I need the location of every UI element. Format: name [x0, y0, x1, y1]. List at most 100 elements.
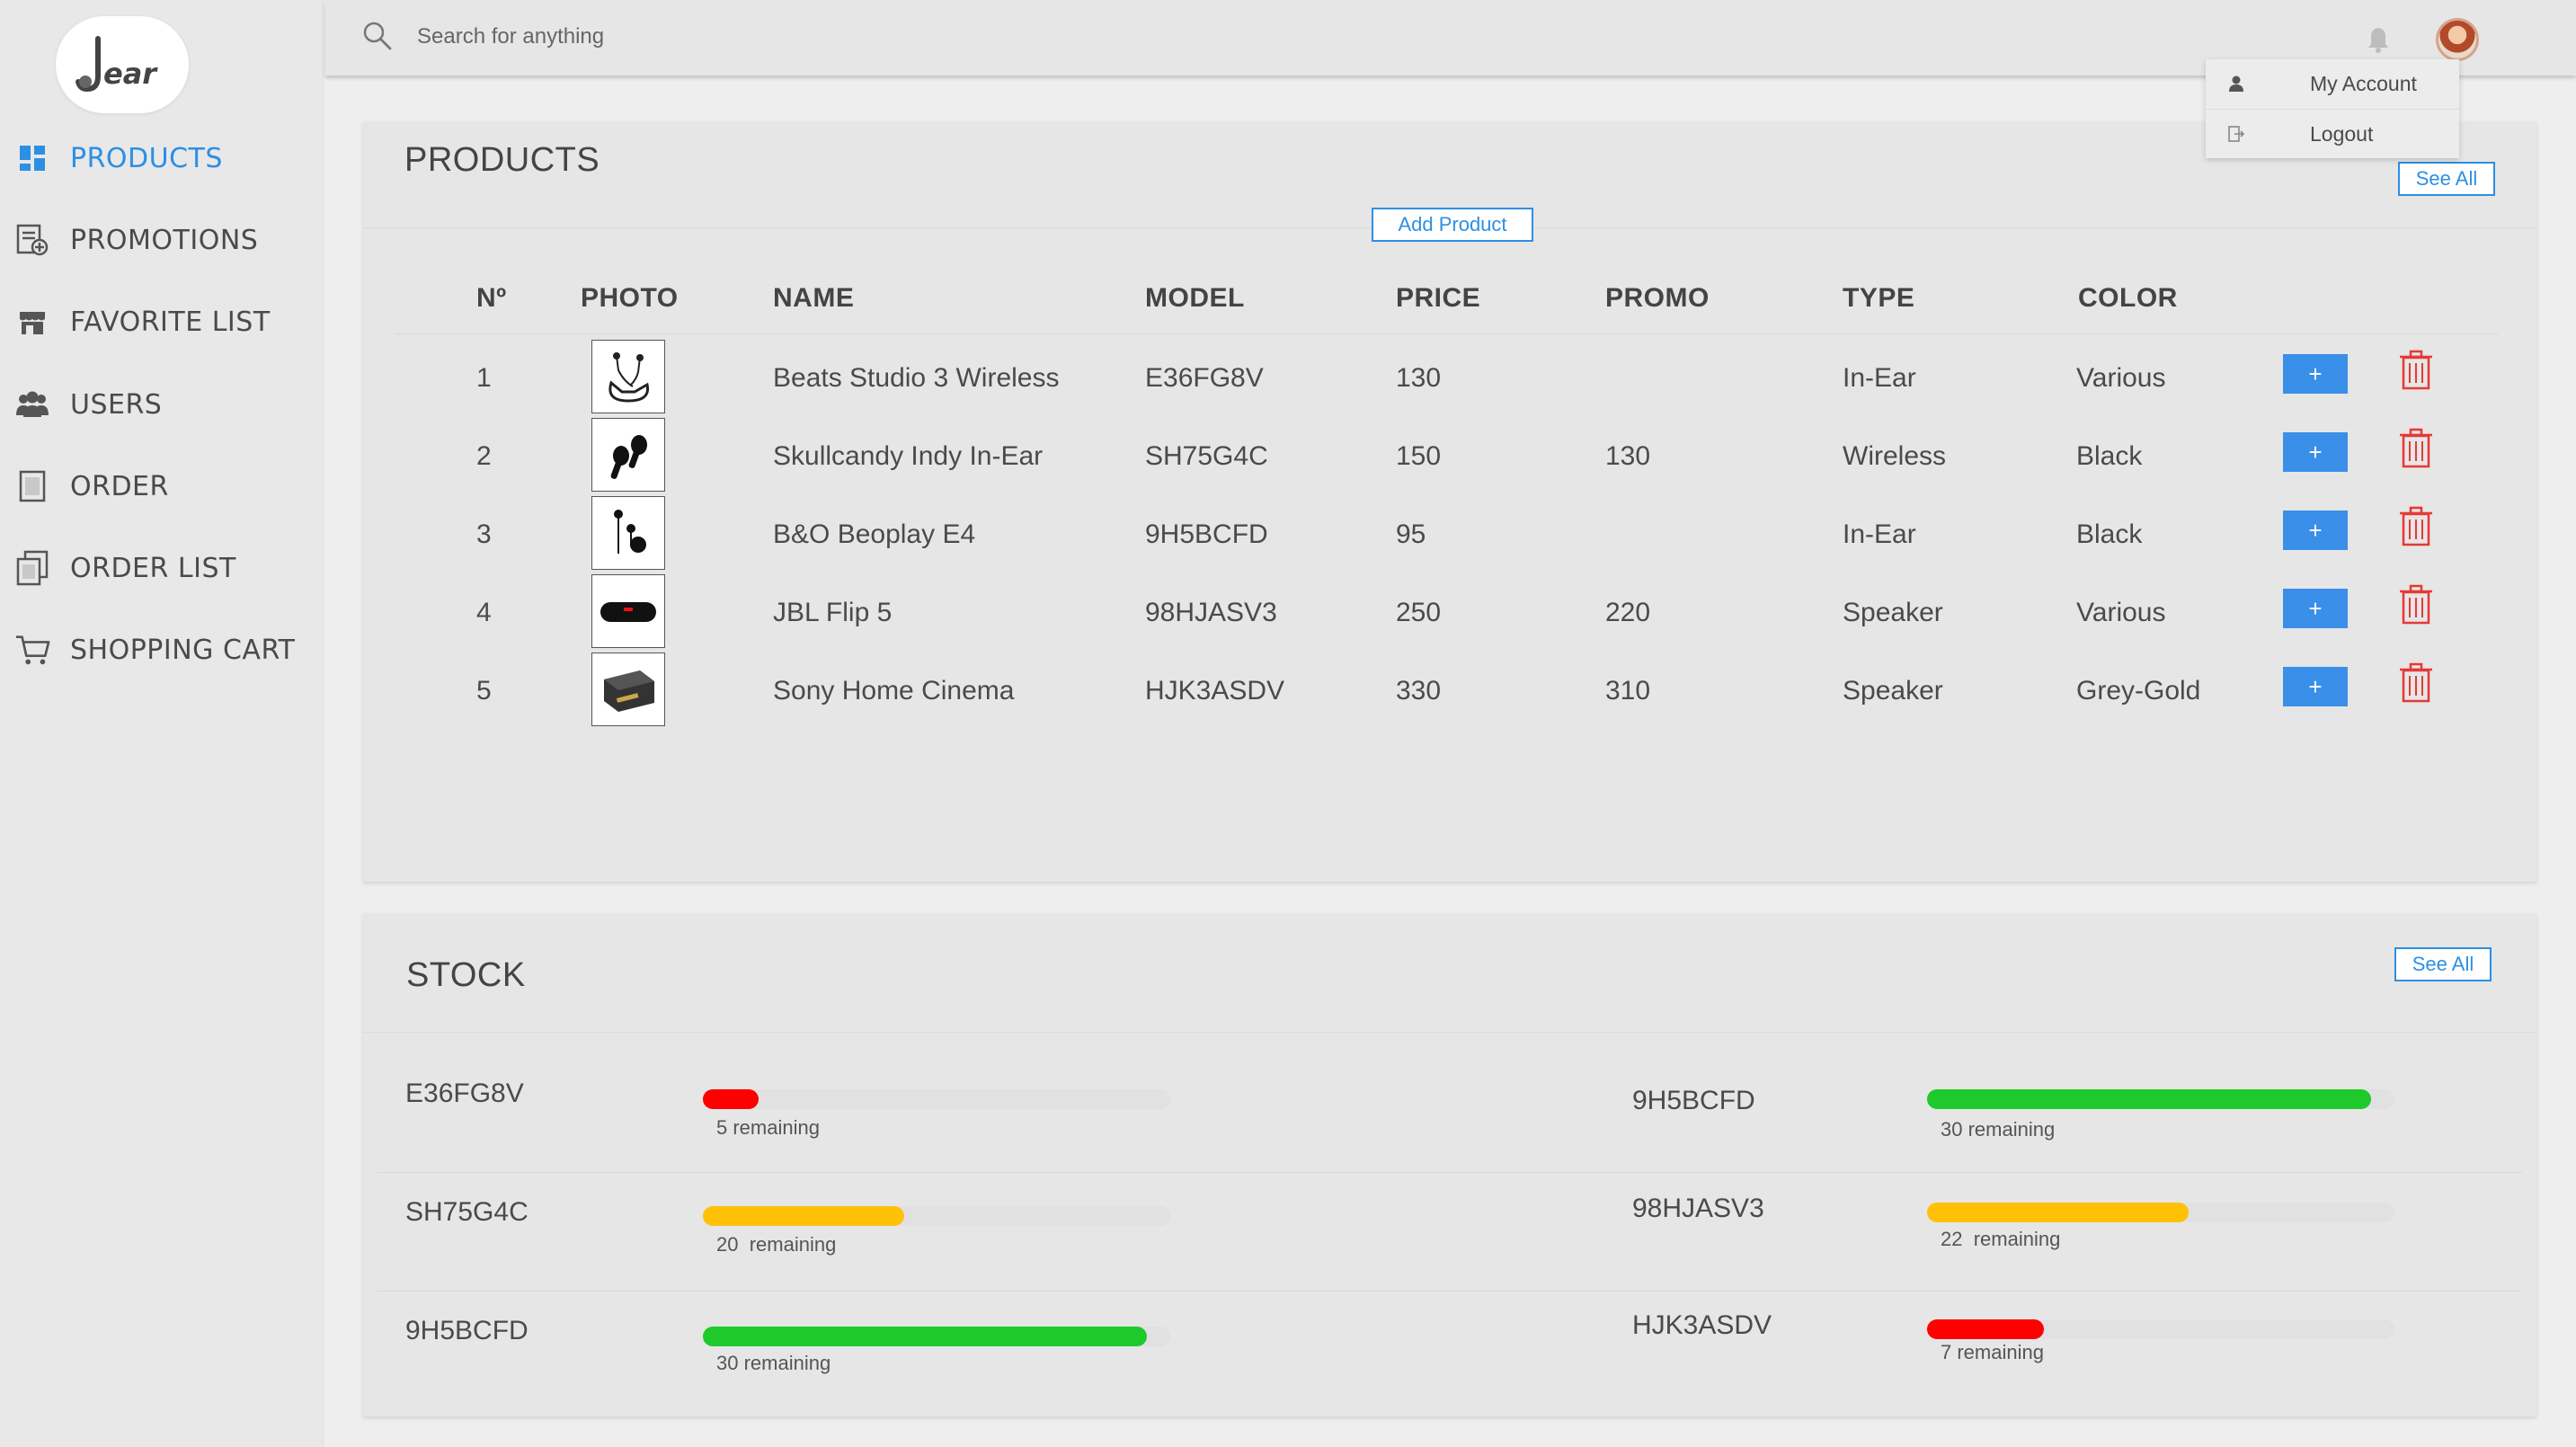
search-input[interactable]: [417, 18, 1046, 56]
product-color: Various: [2076, 363, 2166, 393]
stock-bar: [1927, 1203, 2394, 1222]
users-icon: [14, 386, 50, 422]
logout-menu-item[interactable]: Logout: [2206, 110, 2459, 158]
my-account-menu-item[interactable]: My Account: [2206, 59, 2459, 108]
products-see-all-button[interactable]: See All: [2398, 162, 2495, 196]
add-to-cart-button[interactable]: +: [2283, 354, 2348, 394]
add-to-cart-button[interactable]: +: [2283, 432, 2348, 472]
sidebar-item-products[interactable]: PRODUCTS: [14, 131, 311, 185]
table-row: 3 B&O Beoplay E4 9H5BCFD 95 In-Ear Black…: [363, 496, 2536, 575]
stock-card: STOCK See All E36FG8V 5 remaining SH75G4…: [363, 913, 2536, 1416]
delete-trash-icon[interactable]: [2398, 349, 2434, 392]
add-product-button[interactable]: Add Product: [1372, 208, 1533, 242]
products-card: PRODUCTS See All Add Product Nº PHOTO NA…: [363, 121, 2536, 882]
product-name: Skullcandy Indy In-Ear: [773, 441, 1044, 471]
product-price: 150: [1396, 441, 1442, 471]
product-price: 250: [1396, 598, 1442, 627]
product-photo[interactable]: [591, 418, 665, 492]
product-promo: 310: [1605, 676, 1651, 706]
stock-remaining: 22 remaining: [1941, 1228, 2061, 1250]
product-color: Grey-Gold: [2076, 676, 2201, 706]
product-name: JBL Flip 5: [773, 598, 893, 627]
product-model: E36FG8V: [1145, 363, 1264, 393]
sidebar-item-label: ORDER: [70, 470, 169, 502]
delete-trash-icon[interactable]: [2398, 505, 2434, 548]
column-header-number: Nº: [476, 283, 507, 313]
product-name: Sony Home Cinema: [773, 676, 1015, 706]
stock-model: HJK3ASDV: [1632, 1310, 1772, 1340]
column-header-color: COLOR: [2078, 283, 2178, 313]
notification-bell-icon[interactable]: [2366, 25, 2391, 54]
add-to-cart-button[interactable]: +: [2283, 667, 2348, 706]
add-to-cart-button[interactable]: +: [2283, 510, 2348, 550]
add-to-cart-button[interactable]: +: [2283, 589, 2348, 628]
stock-model: SH75G4C: [405, 1197, 529, 1227]
brand-wordmark: ear: [103, 57, 158, 91]
stock-header-divider: [363, 1032, 2536, 1033]
sidebar-item-order-list[interactable]: ORDER LIST: [14, 541, 311, 595]
row-number: 4: [476, 598, 492, 627]
table-header-divider: [395, 333, 2499, 334]
logout-icon: [2228, 126, 2245, 142]
product-name: B&O Beoplay E4: [773, 519, 976, 549]
product-photo[interactable]: [591, 652, 665, 726]
row-number: 2: [476, 441, 492, 471]
dashboard-icon: [14, 140, 50, 176]
promotion-icon: [14, 222, 50, 258]
stock-row-divider: [378, 1291, 2522, 1292]
stock-bar-fill: [703, 1206, 904, 1226]
sidebar-item-shopping-cart[interactable]: SHOPPING CART: [14, 623, 311, 677]
stock-remaining: 30 remaining: [1941, 1118, 2056, 1141]
product-photo[interactable]: [591, 574, 665, 648]
sidebar: ear PRODUCTS PROMOTIONS FAVORITE LIST US…: [0, 0, 324, 1447]
row-number: 3: [476, 519, 492, 549]
store-icon: [14, 304, 50, 340]
stock-see-all-button[interactable]: See All: [2394, 947, 2492, 981]
stock-bar-fill: [1927, 1203, 2190, 1222]
stock-bar: [1927, 1319, 2394, 1339]
sidebar-item-users[interactable]: USERS: [14, 377, 311, 431]
jear-logo-icon: ear: [76, 36, 158, 93]
stock-title: STOCK: [406, 956, 526, 994]
product-photo[interactable]: [591, 496, 665, 570]
account-dropdown: My Account Logout: [2206, 59, 2459, 158]
sidebar-item-favorite-list[interactable]: FAVORITE LIST: [14, 295, 311, 349]
product-promo: 130: [1605, 441, 1651, 471]
product-promo: 220: [1605, 598, 1651, 627]
search-icon[interactable]: [361, 20, 394, 52]
product-model: 9H5BCFD: [1145, 519, 1268, 549]
stock-model: 98HJASV3: [1632, 1194, 1764, 1223]
sidebar-item-order[interactable]: ORDER: [14, 459, 311, 513]
product-color: Black: [2076, 441, 2143, 471]
table-row: 4 JBL Flip 5 98HJASV3 250 220 Speaker Va…: [363, 574, 2536, 653]
table-row: 2 Skullcandy Indy In-Ear SH75G4C 150 130…: [363, 418, 2536, 497]
home-speaker-icon: [604, 670, 654, 712]
delete-trash-icon[interactable]: [2398, 427, 2434, 470]
column-header-name: NAME: [773, 283, 855, 313]
brand-logo[interactable]: ear: [56, 16, 189, 113]
stock-remaining: 7 remaining: [1941, 1341, 2044, 1363]
stock-bar-fill: [703, 1327, 1147, 1346]
product-name: Beats Studio 3 Wireless: [773, 363, 1060, 393]
delete-trash-icon[interactable]: [2398, 583, 2434, 626]
stock-bar-fill: [1927, 1319, 2044, 1339]
stock-remaining: 30 remaining: [716, 1352, 831, 1374]
sidebar-item-label: SHOPPING CART: [70, 634, 296, 666]
column-header-type: TYPE: [1843, 283, 1915, 313]
product-photo[interactable]: [591, 340, 665, 413]
portable-speaker-icon: [600, 602, 656, 622]
stock-remaining: 20 remaining: [716, 1233, 837, 1256]
delete-trash-icon[interactable]: [2398, 661, 2434, 705]
wired-earphones-icon: [614, 510, 646, 554]
stock-bar: [1927, 1089, 2394, 1109]
product-model: SH75G4C: [1145, 441, 1268, 471]
sidebar-item-promotions[interactable]: PROMOTIONS: [14, 213, 311, 267]
cart-icon: [14, 632, 50, 668]
product-type: Speaker: [1843, 676, 1943, 706]
product-price: 95: [1396, 519, 1426, 549]
stock-row-divider: [378, 1172, 2522, 1173]
column-header-photo: PHOTO: [581, 283, 679, 313]
order-icon: [14, 468, 50, 504]
neckband-earphones-icon: [608, 352, 650, 403]
user-avatar[interactable]: [2436, 18, 2479, 61]
